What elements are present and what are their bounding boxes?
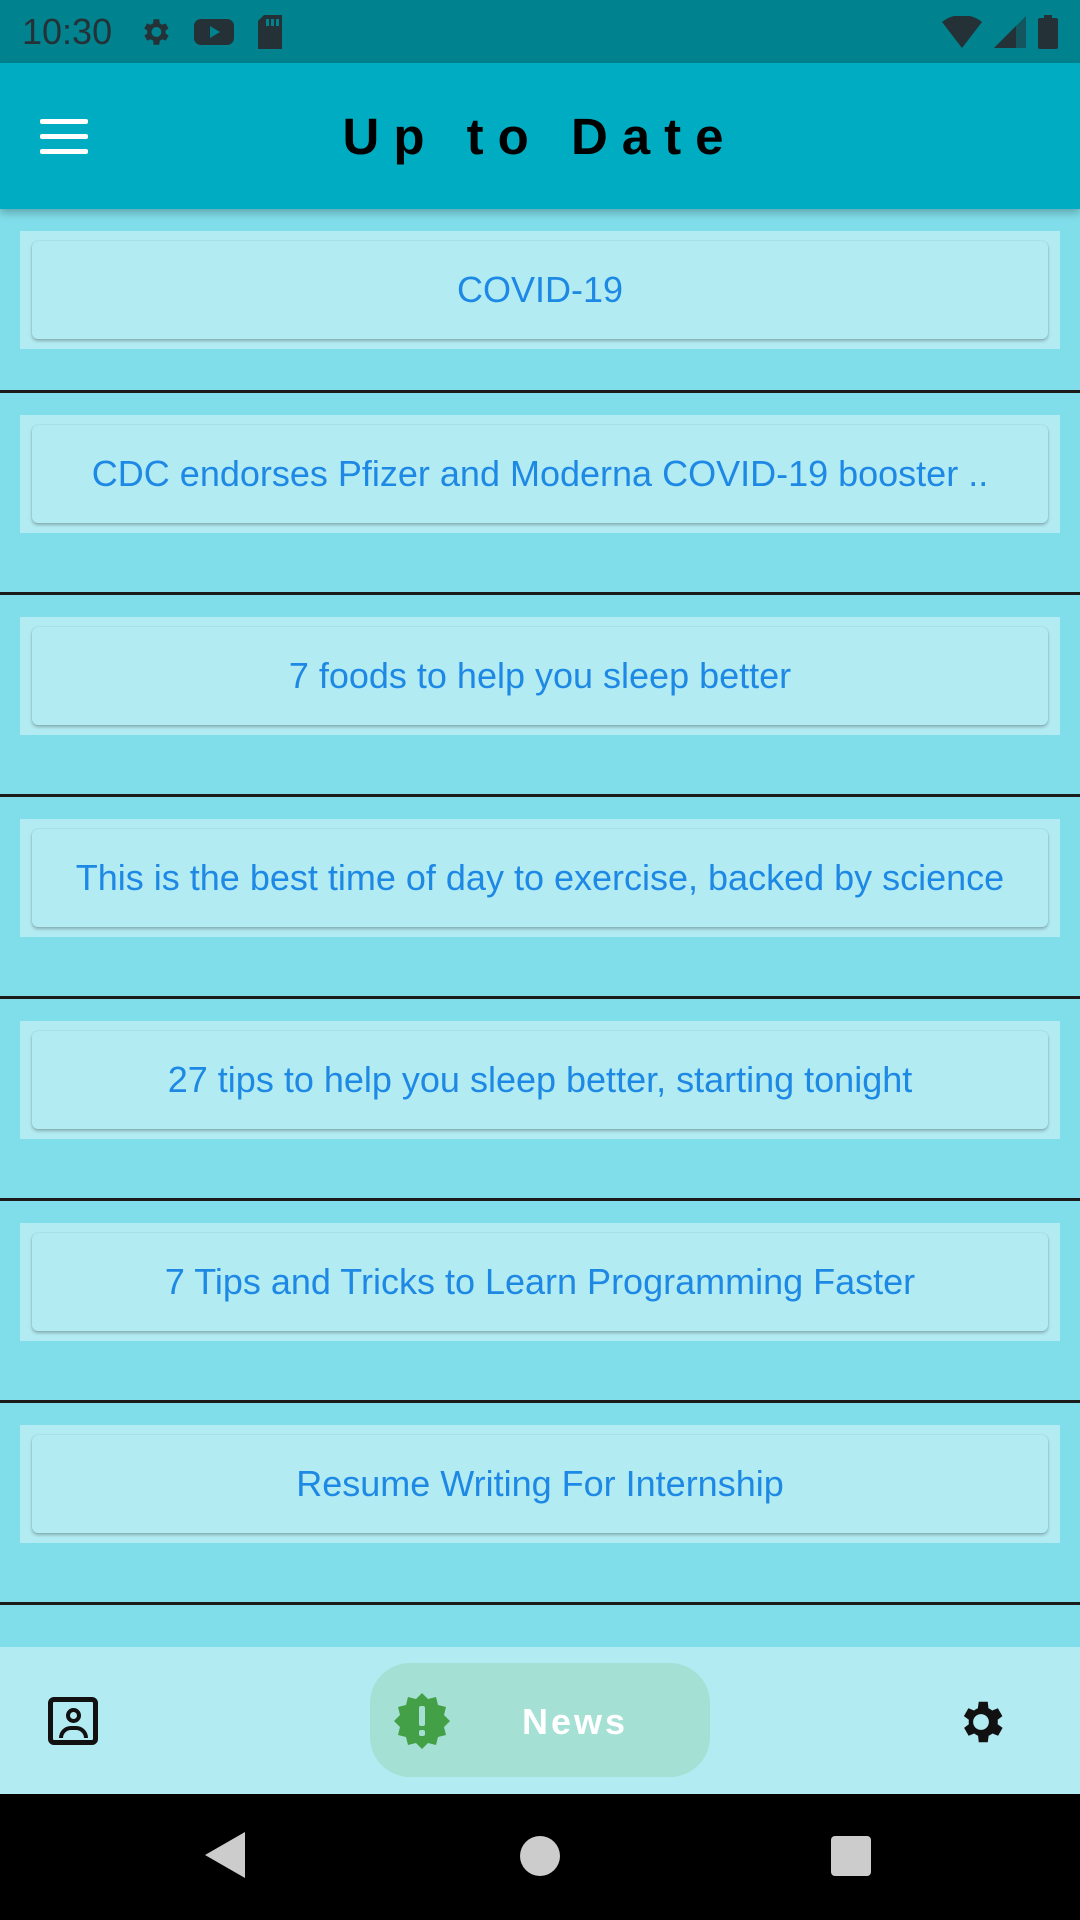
signal-icon bbox=[994, 15, 1026, 48]
news-card-button[interactable]: 7 foods to help you sleep better bbox=[32, 627, 1048, 725]
list-item: This is the best time of day to exercise… bbox=[0, 797, 1080, 999]
news-alert-icon bbox=[394, 1693, 450, 1749]
app-title: Up to Date bbox=[342, 107, 738, 165]
news-card-button[interactable]: Resume Writing For Internship bbox=[32, 1435, 1048, 1533]
news-card-container: 7 foods to help you sleep better bbox=[20, 617, 1060, 735]
wifi-icon bbox=[942, 15, 982, 48]
status-icons bbox=[138, 14, 284, 49]
home-icon[interactable] bbox=[520, 1836, 560, 1876]
news-card-button[interactable]: 7 Tips and Tricks to Learn Programming F… bbox=[32, 1233, 1048, 1331]
news-card-button[interactable]: COVID-19 bbox=[32, 241, 1048, 339]
hamburger-menu-icon[interactable] bbox=[40, 108, 106, 164]
status-time: 10:30 bbox=[22, 10, 113, 52]
list-item: Resume Writing For Internship bbox=[0, 1403, 1080, 1605]
news-card-button[interactable]: 27 tips to help you sleep better, starti… bbox=[32, 1031, 1048, 1129]
gear-icon bbox=[144, 18, 169, 45]
news-card-button[interactable]: This is the best time of day to exercise… bbox=[32, 829, 1048, 927]
news-card-container: Resume Writing For Internship bbox=[20, 1425, 1060, 1543]
settings-gear-icon[interactable] bbox=[954, 1695, 1008, 1749]
news-card-container: This is the best time of day to exercise… bbox=[20, 819, 1060, 937]
list-item: CDC endorses Pfizer and Moderna COVID-19… bbox=[0, 393, 1080, 595]
news-card-container: 7 Tips and Tricks to Learn Programming F… bbox=[20, 1223, 1060, 1341]
sd-card-icon bbox=[258, 14, 283, 49]
news-list[interactable]: COVID-19 CDC endorses Pfizer and Moderna… bbox=[0, 209, 1080, 1647]
list-item: COVID-19 bbox=[0, 209, 1080, 393]
news-card-container: 27 tips to help you sleep better, starti… bbox=[20, 1021, 1060, 1139]
profile-icon[interactable] bbox=[48, 1697, 98, 1745]
news-card-container: COVID-19 bbox=[20, 231, 1060, 349]
status-right-icons bbox=[942, 14, 1058, 49]
back-icon[interactable] bbox=[205, 1832, 245, 1878]
nav-news-tab[interactable]: News bbox=[370, 1663, 710, 1777]
nav-news-label: News bbox=[522, 1701, 629, 1742]
recents-icon[interactable] bbox=[831, 1836, 871, 1876]
app-bar: Up to Date bbox=[0, 63, 1080, 209]
list-item: 7 foods to help you sleep better bbox=[0, 595, 1080, 797]
list-item: 27 tips to help you sleep better, starti… bbox=[0, 999, 1080, 1201]
news-card-container: CDC endorses Pfizer and Moderna COVID-19… bbox=[20, 415, 1060, 533]
battery-icon bbox=[1038, 14, 1058, 49]
status-bar: 10:30 bbox=[0, 0, 1080, 63]
bottom-navigation: News bbox=[0, 1647, 1080, 1794]
system-navigation-bar bbox=[0, 1794, 1080, 1920]
list-item: 7 Tips and Tricks to Learn Programming F… bbox=[0, 1201, 1080, 1403]
news-card-button[interactable]: CDC endorses Pfizer and Moderna COVID-19… bbox=[32, 425, 1048, 523]
youtube-icon bbox=[194, 18, 235, 45]
